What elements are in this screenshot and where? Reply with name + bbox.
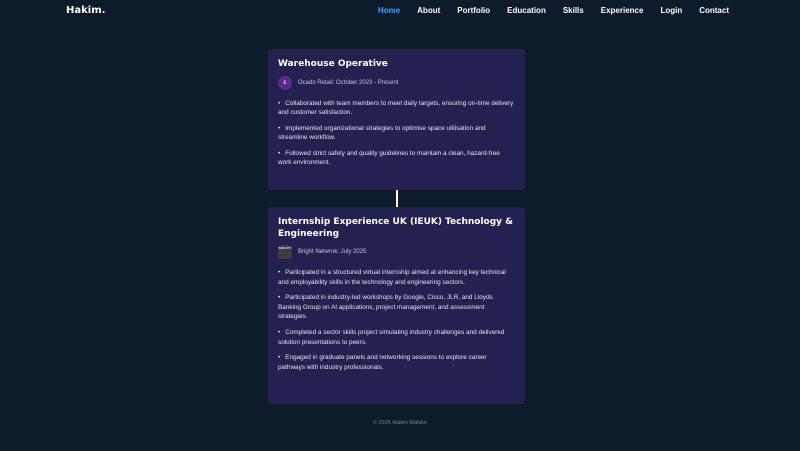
nav-link-about[interactable]: About [417,6,440,15]
list-item: Participated in industry-led workshops b… [278,293,515,322]
list-item: Followed strict safety and quality guide… [278,149,515,168]
list-item: Implemented organizational strategies to… [278,124,515,143]
list-item: Completed a sector skills project simula… [278,328,515,347]
nav-link-portfolio[interactable]: Portfolio [457,6,490,15]
experience-card: Warehouse Operative C Ocado Retail: Octo… [268,49,525,190]
site-logo[interactable]: Hakim. [66,5,105,16]
nav-link-experience[interactable]: Experience [601,6,644,15]
footer-copyright: © 2025 Hakim Mahike [372,420,428,426]
ocado-logo-icon: C [278,75,292,90]
responsibilities-list: Collaborated with team members to meet d… [278,99,515,169]
experience-card: Internship Experience UK (IEUK) Technolo… [268,207,525,404]
list-item: Engaged in graduate panels and networkin… [278,353,515,372]
nav-link-contact[interactable]: Contact [699,6,729,15]
responsibilities-list: Participated in a structured virtual int… [278,268,515,372]
list-item: Participated in a structured virtual int… [278,268,515,287]
bright-network-logo-icon: BRIGHT [278,245,292,259]
nav-link-home[interactable]: Home [378,6,400,15]
nav-link-skills[interactable]: Skills [563,6,584,15]
nav-link-education[interactable]: Education [507,6,546,15]
top-navbar: Hakim. Home About Portfolio Education Sk… [0,0,800,22]
job-title: Internship Experience UK (IEUK) Technolo… [278,217,514,239]
timeline-connector [396,190,398,207]
company-date: Ocado Retail: October 2023 - Present [298,79,399,86]
company-date: Bright Netwrok: July 2025 [298,249,367,255]
nav-link-login[interactable]: Login [660,6,682,15]
job-title: Warehouse Operative [278,59,388,69]
company-row: BRIGHT Bright Netwrok: July 2025 [278,245,515,259]
nav-menu: Home About Portfolio Education Skills Ex… [361,6,729,15]
list-item: Collaborated with team members to meet d… [278,99,515,118]
company-row: C Ocado Retail: October 2023 - Present [278,75,515,90]
